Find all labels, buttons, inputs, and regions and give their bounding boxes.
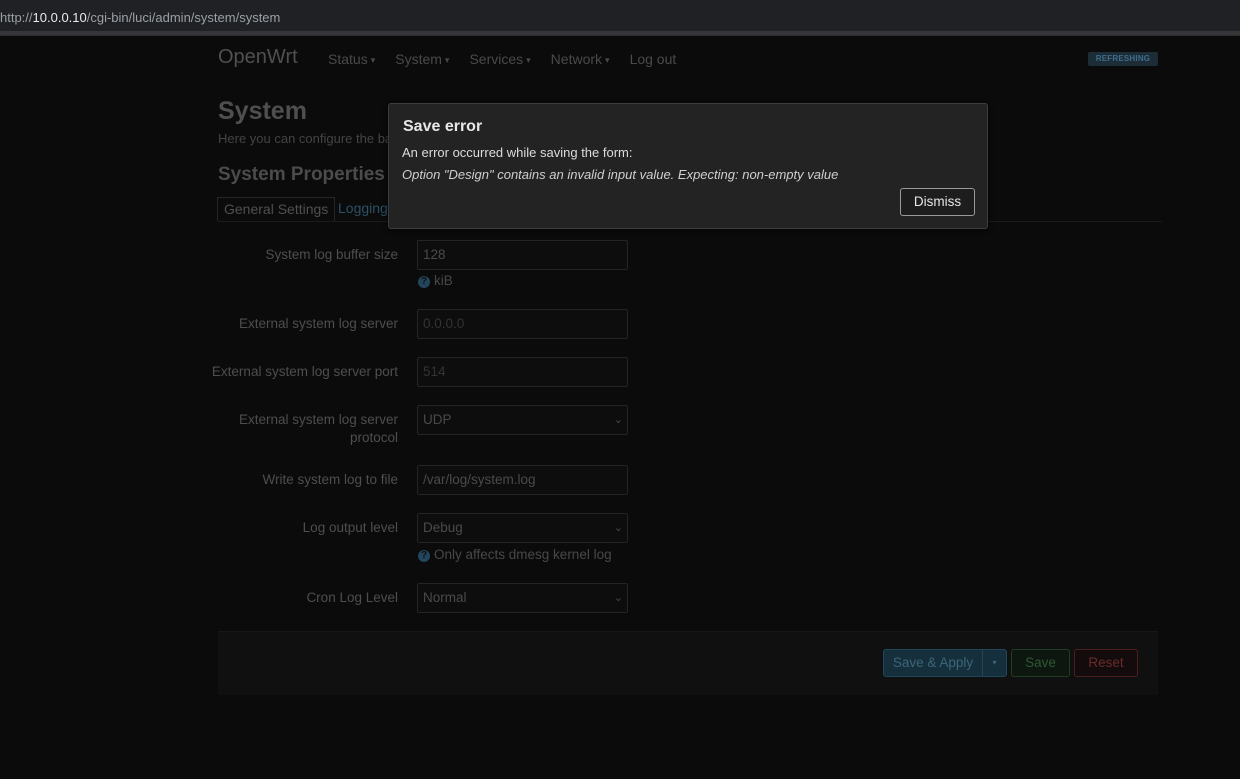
log-server-protocol-select[interactable]: UDP ⌄ — [417, 405, 628, 435]
page-title: System — [218, 97, 307, 125]
page-description: Here you can configure the ba — [218, 131, 393, 146]
log-file-label: Write system log to file — [262, 472, 398, 487]
help-text: kiB — [434, 273, 453, 288]
chevron-down-icon: ⌄ — [613, 414, 623, 426]
caret-down-icon: ▾ — [370, 54, 376, 65]
log-buffer-size-label: System log buffer size — [265, 247, 398, 262]
log-buffer-size-help: ? kiB — [418, 273, 453, 288]
save-button[interactable]: Save — [1011, 649, 1070, 677]
browser-address-bar[interactable]: http://10.0.0.10/cgi-bin/luci/admin/syst… — [0, 0, 1240, 36]
address-url[interactable]: http://10.0.0.10/cgi-bin/luci/admin/syst… — [0, 10, 280, 25]
select-value: Normal — [423, 590, 467, 605]
save-apply-dropdown-button[interactable]: ▾ — [982, 649, 1007, 677]
section-title: System Properties — [218, 164, 385, 185]
log-server-input[interactable]: 0.0.0.0 — [417, 309, 628, 339]
log-file-input[interactable]: /var/log/system.log — [417, 465, 628, 495]
main-nav: Status ▾ System ▾ Services ▾ Network ▾ Log o… — [328, 51, 676, 67]
log-server-port-input[interactable]: 514 — [417, 357, 628, 387]
modal-title: Save error — [403, 118, 483, 135]
log-server-label: External system log server — [238, 316, 398, 331]
modal-error-detail: Option "Design" contains an invalid inpu… — [402, 167, 839, 182]
caret-down-icon: ▾ — [605, 54, 610, 65]
nav-services[interactable]: Services ▾ — [469, 51, 530, 67]
help-text: Only affects dmesg kernel log — [434, 547, 612, 562]
log-buffer-size-input[interactable]: 128 — [417, 240, 628, 270]
chevron-down-icon: ⌄ — [613, 592, 623, 604]
url-path: /cgi-bin/luci/admin/system/system — [86, 10, 281, 25]
nav-status[interactable]: Status ▾ — [328, 51, 375, 67]
select-value: UDP — [423, 412, 452, 427]
save-error-modal: Save error An error occurred while savin… — [388, 103, 988, 229]
nav-label: System — [395, 51, 442, 67]
log-server-port-label: External system log server port — [211, 364, 398, 379]
caret-down-icon: ▾ — [526, 54, 531, 65]
brand-logo[interactable]: OpenWrt — [218, 46, 298, 69]
tab-logging[interactable]: Logging — [332, 197, 394, 221]
cron-log-level-label: Cron Log Level — [306, 590, 398, 605]
select-value: Debug — [423, 520, 463, 535]
save-apply-button[interactable]: Save & Apply — [883, 649, 982, 677]
nav-label: Status — [328, 51, 368, 67]
nav-label: Network — [550, 51, 603, 67]
tab-general-settings[interactable]: General Settings — [217, 197, 336, 221]
log-output-level-select[interactable]: Debug ⌄ — [417, 513, 628, 543]
help-icon[interactable]: ? — [418, 550, 430, 562]
nav-logout[interactable]: Log out — [630, 51, 677, 67]
browser-strip — [0, 31, 1240, 35]
log-output-level-help: ? Only affects dmesg kernel log — [418, 547, 612, 562]
url-scheme: http:// — [0, 10, 33, 25]
chevron-down-icon: ⌄ — [613, 522, 623, 534]
dismiss-button[interactable]: Dismiss — [900, 188, 975, 216]
help-icon[interactable]: ? — [418, 276, 430, 288]
caret-down-icon: ▾ — [444, 54, 450, 65]
cron-log-level-select[interactable]: Normal ⌄ — [417, 583, 628, 613]
label-line: protocol — [349, 430, 398, 445]
nav-label: Log out — [629, 51, 677, 67]
modal-message: An error occurred while saving the form: — [402, 145, 633, 160]
log-output-level-label: Log output level — [302, 520, 398, 535]
label-line: External system log server — [238, 412, 398, 427]
url-host: 10.0.0.10 — [32, 10, 87, 25]
nav-label: Services — [469, 51, 524, 67]
reset-button[interactable]: Reset — [1074, 649, 1138, 677]
nav-network[interactable]: Network ▾ — [551, 51, 610, 67]
nav-system[interactable]: System ▾ — [395, 51, 449, 67]
refreshing-badge[interactable]: REFRESHING — [1088, 52, 1158, 66]
log-server-protocol-label: External system log server protocol — [200, 411, 398, 447]
